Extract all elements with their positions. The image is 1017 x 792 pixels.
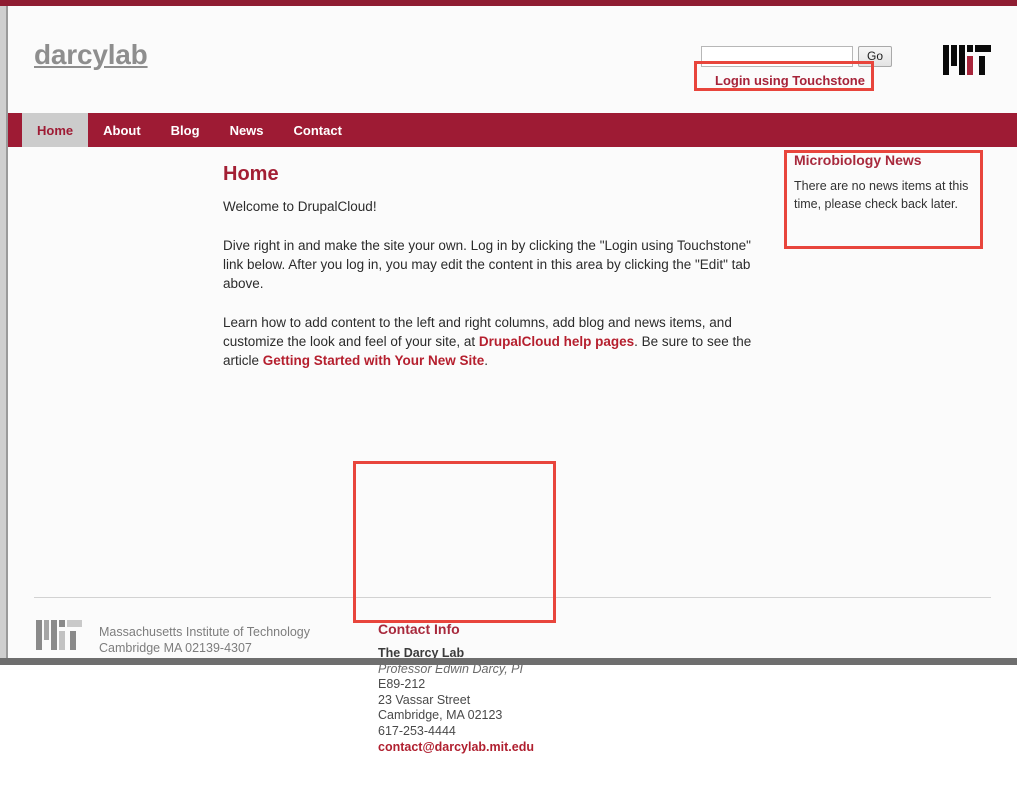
- browser-viewport: darcylab Go Login using Touchstone Home …: [0, 0, 1017, 754]
- nav-item-news[interactable]: News: [215, 113, 279, 147]
- mit-address: Massachusetts Institute of Technology Ca…: [99, 624, 310, 656]
- mit-logo-icon[interactable]: [943, 45, 991, 75]
- nav-item-home[interactable]: Home: [22, 113, 89, 147]
- microbiology-news-block: Microbiology News There are no news item…: [794, 152, 990, 213]
- news-block-text: There are no news items at this time, pl…: [794, 179, 969, 211]
- getting-started-link[interactable]: Getting Started with Your New Site: [263, 353, 485, 368]
- footer-divider: [34, 597, 991, 598]
- header-right-region: Go Login using Touchstone: [701, 40, 991, 100]
- search-go-button[interactable]: Go: [858, 46, 892, 67]
- contact-info-title: Contact Info: [378, 621, 460, 637]
- search-form: Go: [701, 46, 892, 67]
- mit-address-line2: Cambridge MA 02139-4307: [99, 641, 252, 655]
- content-area: Home Welcome to DrupalCloud! Dive right …: [8, 147, 1017, 754]
- nav-item-about[interactable]: About: [88, 113, 156, 147]
- nav-item-contact[interactable]: Contact: [279, 113, 357, 147]
- contact-room: E89-212: [378, 677, 426, 691]
- intro-paragraph: Welcome to DrupalCloud!: [223, 199, 377, 214]
- mit-footer-logo-icon[interactable]: [36, 620, 82, 650]
- nav-item-blog[interactable]: Blog: [156, 113, 215, 147]
- drupalcloud-help-pages-link[interactable]: DrupalCloud help pages: [479, 334, 634, 349]
- site-footer: Massachusetts Institute of Technology Ca…: [8, 612, 1017, 792]
- contact-email-link[interactable]: contact@darcylab.mit.edu: [378, 740, 553, 756]
- mit-address-line1: Massachusetts Institute of Technology: [99, 625, 310, 639]
- window-bottom-bar: [0, 658, 1017, 665]
- search-input[interactable]: [701, 46, 853, 67]
- contact-info-block: Contact Info The Darcy Lab Professor Edw…: [378, 621, 553, 756]
- instructions-paragraph: Dive right in and make the site your own…: [223, 238, 751, 291]
- news-block-title: Microbiology News: [794, 152, 922, 168]
- site-page: darcylab Go Login using Touchstone Home …: [8, 6, 1017, 754]
- page-title: Home: [223, 163, 279, 185]
- contact-street: 23 Vassar Street: [378, 692, 471, 707]
- site-title-logo[interactable]: darcylab: [34, 39, 148, 71]
- contact-phone: 617-253-4444: [378, 723, 456, 738]
- site-header: darcylab Go Login using Touchstone: [8, 6, 1017, 113]
- help-paragraph: Learn how to add content to the left and…: [223, 313, 768, 370]
- contact-city: Cambridge, MA 02123: [378, 708, 503, 722]
- main-navigation: Home About Blog News Contact: [8, 113, 1017, 147]
- login-touchstone-link[interactable]: Login using Touchstone: [715, 73, 865, 88]
- main-content-column: Home Welcome to DrupalCloud! Dive right …: [223, 163, 768, 370]
- help-text-end: .: [484, 353, 489, 368]
